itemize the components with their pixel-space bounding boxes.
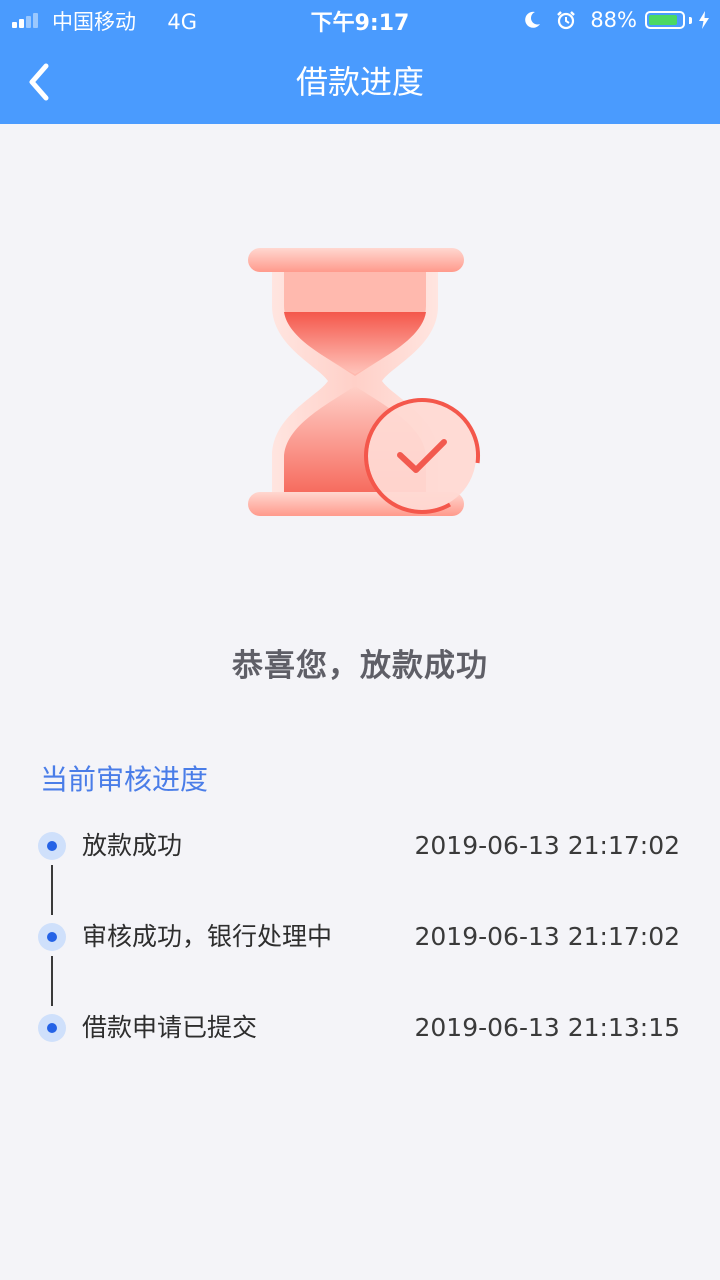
- progress-section-title: 当前审核进度: [40, 763, 209, 796]
- hourglass-with-check-icon: [248, 248, 480, 516]
- header-bar: 中国移动 4G 下午9:17 88% 借款进度: [0, 0, 720, 124]
- step-time: 2019-06-13 21:17:02: [414, 831, 680, 860]
- timeline-connector: [51, 865, 53, 915]
- timeline-dot: [38, 923, 66, 951]
- nav-bar: 借款进度: [0, 40, 720, 124]
- timeline-step: 放款成功 2019-06-13 21:17:02: [0, 826, 720, 866]
- battery-percent: 88%: [590, 8, 637, 32]
- status-bar: 中国移动 4G 下午9:17 88%: [0, 0, 720, 40]
- step-label: 审核成功，银行处理中: [82, 922, 333, 951]
- timeline-step: 审核成功，银行处理中 2019-06-13 21:17:02: [0, 917, 720, 957]
- timeline-dot: [38, 1014, 66, 1042]
- step-label: 放款成功: [82, 831, 183, 860]
- timeline-connector: [51, 956, 53, 1006]
- page-title: 借款进度: [295, 63, 424, 101]
- moon-icon: [525, 11, 541, 28]
- alarm-icon: [557, 11, 576, 30]
- chevron-left-icon[interactable]: [22, 60, 58, 104]
- battery-cap: [689, 16, 692, 24]
- step-time: 2019-06-13 21:17:02: [414, 922, 680, 951]
- success-headline: 恭喜您，放款成功: [232, 648, 488, 684]
- timeline-dot: [38, 832, 66, 860]
- battery-fill: [649, 15, 677, 25]
- charging-bolt-icon: [699, 11, 709, 29]
- status-right-group: 88%: [522, 5, 710, 35]
- step-label: 借款申请已提交: [82, 1013, 258, 1042]
- battery-icon: [645, 11, 685, 29]
- timeline-step: 借款申请已提交 2019-06-13 21:13:15: [0, 1008, 720, 1048]
- step-time: 2019-06-13 21:13:15: [414, 1013, 680, 1042]
